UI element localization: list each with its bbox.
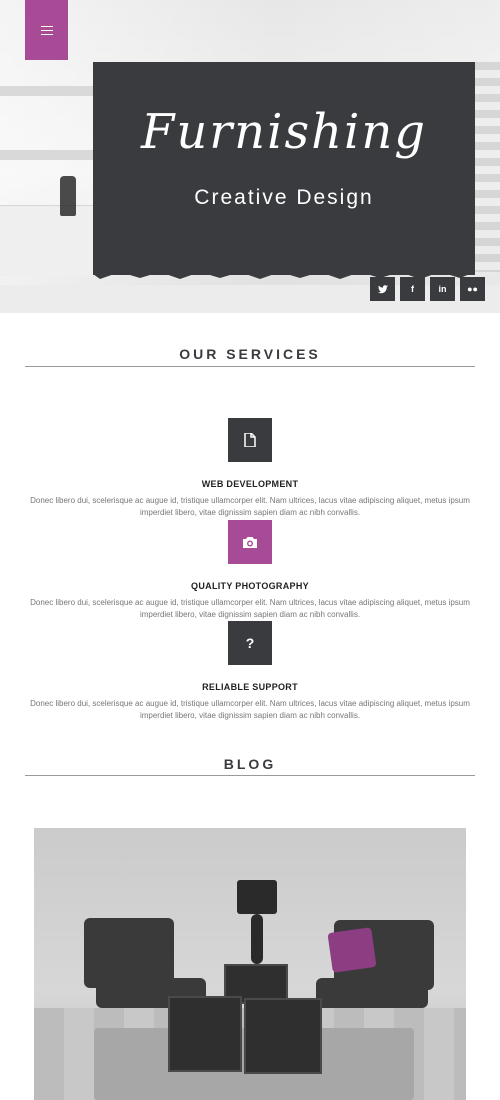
services-divider [25,366,475,367]
camera-icon [228,520,272,564]
service-quality-photography: QUALITY PHOTOGRAPHY Donec libero dui, sc… [0,520,500,620]
blog-image-lamp-base [251,914,263,964]
blog-image[interactable] [34,828,466,1100]
service-title: QUALITY PHOTOGRAPHY [191,581,309,591]
flickr-icon[interactable]: ●● [460,277,485,301]
service-web-development: WEB DEVELOPMENT Donec libero dui, sceler… [0,418,500,518]
menu-button[interactable] [25,0,68,60]
service-title: WEB DEVELOPMENT [201,479,299,489]
blog-image-armchair-seat [316,978,428,1008]
brand-title: Furnishing [141,104,427,160]
twitter-icon[interactable] [370,277,395,301]
service-reliable-support: ? RELIABLE SUPPORT Donec libero dui, sce… [0,621,500,721]
hero-section: Furnishing Creative Design f in ●● [0,0,500,313]
blog-image-cube-table [244,998,322,1074]
hero-shelf [0,150,95,160]
service-title: RELIABLE SUPPORT [202,682,298,692]
blog-image-cube-table [168,996,242,1072]
facebook-icon[interactable]: f [400,277,425,301]
brand-subtitle: Creative Design [194,186,374,209]
question-icon: ? [228,621,272,665]
blog-image-pillow [327,927,377,973]
hero-banner: Furnishing Creative Design [93,62,475,275]
service-description: Donec libero dui, scelerisque ac augue i… [30,496,470,517]
linkedin-icon[interactable]: in [430,277,455,301]
hamburger-icon [40,25,53,35]
blog-heading: BLOG [223,756,277,772]
services-heading: OUR SERVICES [179,346,321,362]
document-icon [228,418,272,462]
social-links: f in ●● [370,277,485,301]
blog-image-lamp-shade [237,880,277,914]
hero-shelf [0,86,95,96]
blog-divider [25,775,475,776]
service-description: Donec libero dui, scelerisque ac augue i… [30,598,470,619]
service-description: Donec libero dui, scelerisque ac augue i… [30,699,470,720]
hero-wall-shelves [474,62,500,272]
hero-vase [60,176,76,216]
